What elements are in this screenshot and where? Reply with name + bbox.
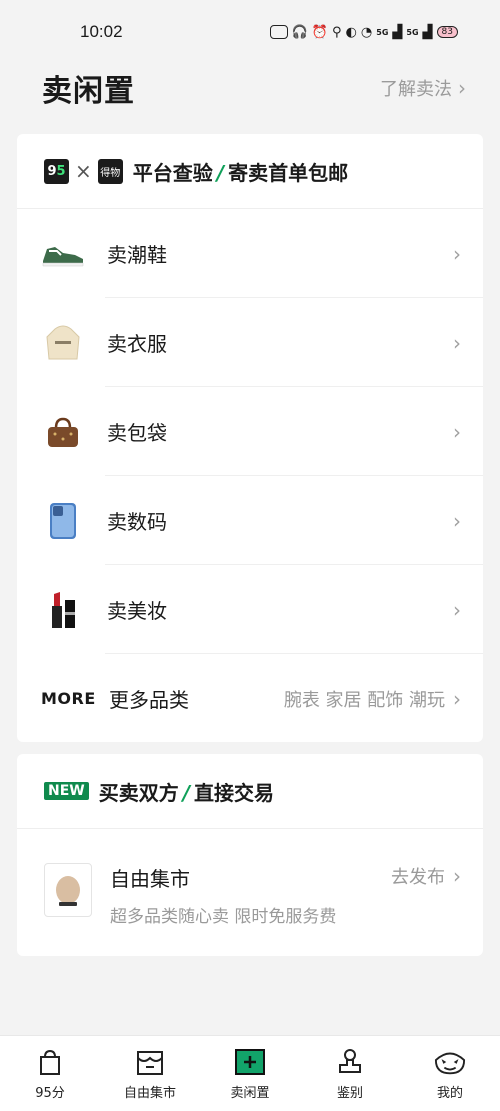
- app-notification-icon: [269, 25, 288, 39]
- tab-free-market[interactable]: 自由集市: [100, 1036, 200, 1111]
- chevron-right-icon: ›: [453, 864, 461, 888]
- nfc-icon: ◐: [345, 24, 357, 40]
- tab-label: 鉴别: [336, 1086, 363, 1101]
- headline-part-a: 平台查验: [132, 160, 213, 185]
- stamp-icon: [334, 1048, 366, 1076]
- status-bar: 10:02 🎧 ⏰ ⚲ ◐ ◔ 5G ▟ 5G ▟ 83: [0, 0, 500, 64]
- tab-label: 自由集市: [123, 1086, 176, 1101]
- direct-trade-card-header: NEW 买卖双方 / 直接交易: [17, 754, 483, 829]
- more-categories-label: 更多品类: [109, 688, 189, 712]
- headphones-icon: 🎧: [291, 24, 308, 40]
- status-icons: 🎧 ⏰ ⚲ ◐ ◔ 5G ▟ 5G ▟ 83: [269, 24, 458, 40]
- chevron-right-icon: ›: [453, 419, 461, 444]
- category-row-bags[interactable]: 卖包袋 ›: [17, 387, 483, 476]
- chevron-right-icon: ›: [453, 330, 461, 355]
- logo-cross: ×: [75, 159, 92, 183]
- wifi-icon: ◔: [360, 24, 373, 40]
- chevron-right-icon: ›: [453, 241, 461, 266]
- status-time: 10:02: [80, 22, 123, 41]
- logo-95-a: 9: [47, 163, 57, 179]
- lipstick-icon: [41, 588, 85, 632]
- tab-95[interactable]: 95分: [0, 1036, 100, 1111]
- category-label: 卖美妆: [107, 599, 167, 623]
- logo-95-b: 5: [56, 163, 66, 179]
- free-market-subtitle: 超多品类随心卖 限时免服务费: [110, 907, 337, 927]
- page-header: 卖闲置 了解卖法 ›: [0, 64, 500, 112]
- chevron-right-icon: ›: [453, 508, 461, 533]
- learn-selling-link[interactable]: 了解卖法 ›: [380, 75, 466, 101]
- consignment-card-header: 95 × 得物 平台查验 / 寄卖首单包邮: [17, 134, 483, 209]
- more-categories-hint: 腕表 家居 配饰 潮玩: [283, 689, 445, 711]
- new-badge: NEW: [44, 782, 89, 800]
- tab-label: 95分: [35, 1086, 65, 1101]
- consignment-card: 95 × 得物 平台查验/寄卖首单包邮 卖潮鞋 › 卖衣服 › 卖包袋 ›: [17, 134, 483, 742]
- category-row-makeup[interactable]: 卖美妆 ›: [17, 565, 483, 654]
- signal-bars-icon-2: ▟: [422, 24, 433, 40]
- sneaker-icon: [41, 232, 85, 276]
- chevron-right-icon: ›: [453, 597, 461, 622]
- tab-me[interactable]: 我的: [400, 1036, 500, 1111]
- learn-selling-label: 了解卖法: [380, 79, 452, 100]
- publish-label: 去发布: [391, 867, 445, 888]
- free-market-title: 自由集市: [110, 867, 190, 891]
- category-label: 卖潮鞋: [107, 243, 167, 267]
- headline-slash: /: [182, 780, 191, 805]
- tab-label: 我的: [436, 1086, 463, 1101]
- category-row-digital[interactable]: 卖数码 ›: [17, 476, 483, 565]
- direct-trade-headline: 买卖双方 / 直接交易: [99, 777, 274, 806]
- category-label: 卖衣服: [107, 332, 167, 356]
- headline-slash: /: [216, 160, 225, 185]
- category-row-more[interactable]: MORE 更多品类 腕表 家居 配饰 潮玩 ›: [17, 654, 483, 743]
- signal-bars-icon: ▟: [392, 24, 403, 40]
- battery-icon: 83: [436, 26, 458, 38]
- headline-part-b: 直接交易: [194, 780, 275, 805]
- category-row-clothing[interactable]: 卖衣服 ›: [17, 298, 483, 387]
- hoodie-icon: [41, 321, 85, 365]
- more-logo: MORE: [41, 689, 96, 708]
- face-icon: [434, 1048, 466, 1076]
- tab-label: 卖闲置: [230, 1086, 270, 1101]
- sell-plus-icon: [234, 1048, 266, 1076]
- category-label: 卖数码: [107, 510, 167, 534]
- tab-sell[interactable]: 卖闲置: [200, 1036, 300, 1111]
- shop-icon: [134, 1048, 166, 1076]
- signal-5g-icon: 5G: [376, 27, 389, 37]
- free-market-text: 自由集市 超多品类随心卖 限时免服务费: [110, 863, 391, 927]
- page-title: 卖闲置: [42, 74, 135, 109]
- bottom-tab-bar: 95分 自由集市 卖闲置 鉴别 我的: [0, 1035, 500, 1111]
- consignment-headline: 平台查验 / 寄卖首单包邮: [133, 157, 348, 186]
- publish-link[interactable]: 去发布 ›: [391, 863, 461, 889]
- category-label: 卖包袋: [107, 421, 167, 445]
- bag-check-icon: [34, 1048, 66, 1076]
- logo-dewu-icon: 得物: [97, 158, 123, 184]
- headline-part-a: 买卖双方: [98, 780, 179, 805]
- more-categories-hint-group: 腕表 家居 配饰 潮玩 ›: [284, 686, 461, 712]
- free-market-row[interactable]: 自由集市 超多品类随心卖 限时免服务费 去发布 ›: [17, 829, 483, 956]
- handbag-icon: [41, 410, 85, 454]
- alarm-icon: ⏰: [311, 24, 329, 40]
- headline-part-b: 寄卖首单包邮: [228, 160, 349, 185]
- bike-icon: ⚲: [332, 24, 342, 40]
- direct-trade-card: NEW 买卖双方 / 直接交易 自由集市 超多品类随心卖 限时免服务费 去发布 ›: [17, 754, 483, 956]
- chevron-right-icon: ›: [453, 686, 461, 711]
- signal-5g-icon-2: 5G: [406, 27, 419, 37]
- speaker-icon: [44, 863, 92, 917]
- category-row-sneakers[interactable]: 卖潮鞋 ›: [17, 209, 483, 298]
- chevron-right-icon: ›: [458, 76, 466, 100]
- logo-95-icon: 95: [44, 158, 69, 184]
- phone-icon: [41, 499, 85, 543]
- tab-authenticate[interactable]: 鉴别: [300, 1036, 400, 1111]
